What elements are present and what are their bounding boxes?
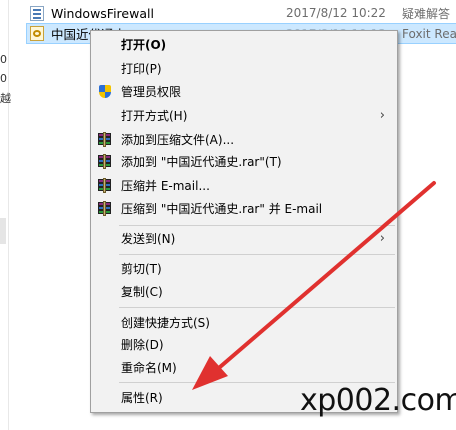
annotation-arrow-head — [192, 356, 228, 390]
annotation-arrow-shaft — [211, 181, 436, 375]
watermark: xp002.com — [300, 383, 456, 418]
annotation-arrow — [192, 181, 436, 390]
